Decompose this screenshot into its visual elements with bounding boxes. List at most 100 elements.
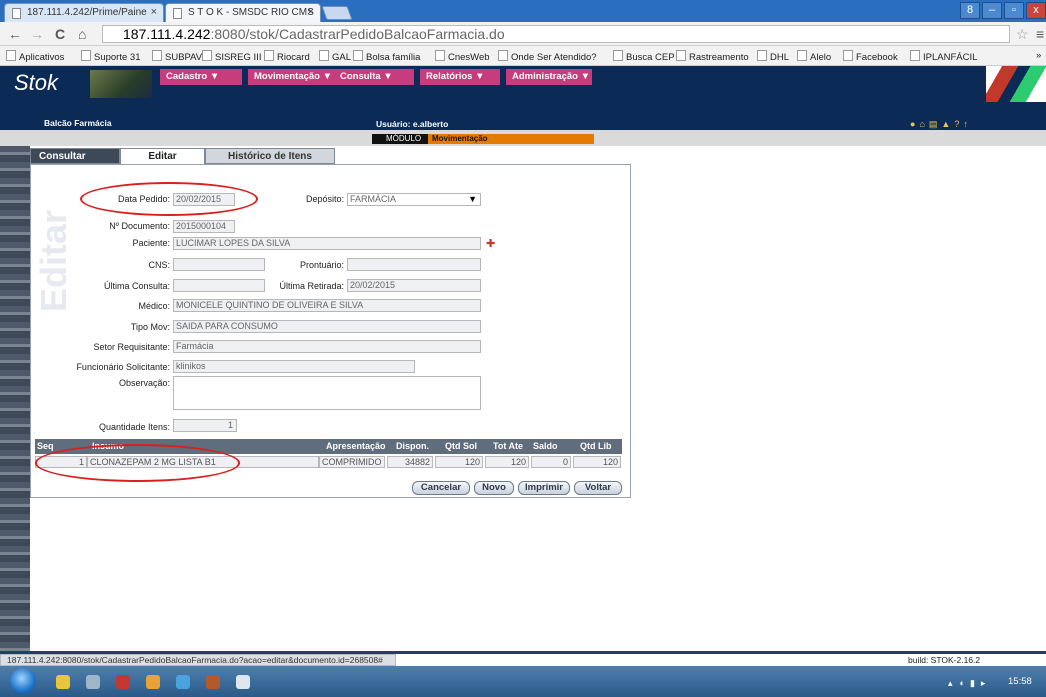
cns-field[interactable] <box>173 258 265 271</box>
maximize-button[interactable]: ▫ <box>1004 2 1024 19</box>
bookmarks-overflow-icon[interactable]: » <box>1036 50 1041 61</box>
url-field[interactable]: 187.111.4.242:8080/stok/CadastrarPedidoB… <box>102 25 1010 43</box>
new-tab-button[interactable] <box>321 6 353 20</box>
observacao-textarea[interactable] <box>173 376 481 410</box>
app-icon[interactable] <box>206 675 220 689</box>
start-button[interactable] <box>10 668 36 694</box>
explorer-icon[interactable] <box>86 675 100 689</box>
bookmark-aplicativos[interactable]: Aplicativos <box>6 50 64 63</box>
bookmark-sisreg[interactable]: SISREG III <box>202 50 261 63</box>
help-icon[interactable]: ? <box>954 119 963 129</box>
bookmark-buscacep[interactable]: Busca CEP <box>613 50 675 63</box>
bookmark-cnesweb[interactable]: CnesWeb <box>435 50 490 63</box>
menu-movimentacao[interactable]: Movimentação ▼ <box>248 69 334 85</box>
module-label: MÓDULO <box>386 134 422 143</box>
medico-field[interactable]: MONICELE QUINTINO DE OLIVEIRA E SILVA <box>173 299 481 312</box>
url-host: 187.111.4.242 <box>123 26 211 42</box>
minimize-button[interactable]: – <box>982 2 1002 19</box>
bookmark-subpav[interactable]: SUBPAV <box>152 50 202 63</box>
ultima-consulta-field[interactable] <box>173 279 265 292</box>
cell-dispon: 34882 <box>387 456 433 468</box>
url-path: :8080/stok/CadastrarPedidoBalcaoFarmacia… <box>210 26 505 42</box>
cell-qtd-sol: 120 <box>435 456 483 468</box>
menu-cadastro[interactable]: Cadastro ▼ <box>160 69 242 85</box>
home-icon[interactable]: ⌂ <box>78 26 86 42</box>
toolbar-icons[interactable]: ●⌂▤▲?↑ <box>910 119 1028 130</box>
chevron-down-icon: ▼ <box>468 194 477 204</box>
back-icon[interactable]: ← <box>8 26 22 42</box>
tab-consultar[interactable]: Consultar <box>30 148 120 164</box>
tipo-mov-label: Tipo Mov: <box>130 322 170 332</box>
reload-icon[interactable]: C <box>55 26 65 42</box>
browser-tab-stok[interactable]: S T O K - SMSDC RIO CMS × <box>165 3 321 22</box>
menu-icon[interactable]: ≡ <box>1036 26 1044 42</box>
close-icon[interactable]: × <box>151 6 157 18</box>
deposito-select[interactable]: FARMÁCIA ▼ <box>347 193 481 206</box>
setor-field[interactable]: Farmácia <box>173 340 481 353</box>
menu-relatorios[interactable]: Relatórios ▼ <box>420 69 500 85</box>
bookmark-riocard[interactable]: Riocard <box>264 50 310 63</box>
bookmark-iplanfacil[interactable]: IPLANFÁCIL <box>910 50 977 63</box>
chrome-icon[interactable] <box>56 675 70 689</box>
bookmark-bolsa[interactable]: Bolsa família <box>353 50 420 63</box>
app-header-lower <box>0 102 1046 118</box>
observacao-label: Observação: <box>118 378 170 388</box>
bookmark-facebook[interactable]: Facebook <box>843 50 898 63</box>
app-header: Cadastro ▼ Movimentação ▼ Consulta ▼ Rel… <box>0 66 1046 102</box>
section-title: Balcão Farmácia <box>44 118 112 128</box>
print-button[interactable]: Imprimir <box>518 481 570 495</box>
lock-icon[interactable]: ▲ <box>941 119 954 129</box>
window-close-button[interactable]: x <box>1026 2 1046 19</box>
header-image <box>90 70 152 98</box>
paciente-field[interactable]: LUCIMAR LOPES DA SILVA <box>173 237 481 250</box>
document-icon[interactable] <box>236 675 250 689</box>
bookmark-rastreamento[interactable]: Rastreamento <box>676 50 749 63</box>
ultima-retirada-field[interactable]: 20/02/2015 <box>347 279 481 292</box>
tab-editar[interactable]: Editar <box>120 148 205 164</box>
patient-lookup-icon[interactable]: ✚ <box>486 237 495 250</box>
funcionario-field[interactable]: klinikos <box>173 360 415 373</box>
app-logo: Stok <box>14 70 59 95</box>
bookmark-onde[interactable]: Onde Ser Atendido? <box>498 50 597 63</box>
paciente-label: Paciente: <box>132 238 170 248</box>
close-icon[interactable]: × <box>308 6 314 18</box>
cell-apresentacao: COMPRIMIDO <box>319 456 385 468</box>
prontuario-field[interactable] <box>347 258 481 271</box>
new-button[interactable]: Novo <box>474 481 514 495</box>
tab-label: 187.111.4.242/Prime/Paine <box>27 7 147 18</box>
bookmark-suporte[interactable]: Suporte 31 <box>81 50 140 63</box>
app-subheader: Balcão Farmácia Usuário: e.alberto <box>0 118 1046 130</box>
browser-tab-prime[interactable]: 187.111.4.242/Prime/Paine × <box>4 3 164 22</box>
tipo-mov-field[interactable]: SAIDA PARA CONSUMO <box>173 320 481 333</box>
clock: 15:58 <box>1008 676 1032 687</box>
menu-consulta[interactable]: Consulta ▼ <box>334 69 414 85</box>
cancel-button[interactable]: Cancelar <box>412 481 470 495</box>
browser-tab-strip: 187.111.4.242/Prime/Paine × S T O K - SM… <box>0 0 1046 22</box>
files-icon[interactable] <box>146 675 160 689</box>
highlight-oval-date <box>80 182 258 216</box>
bookmark-alelo[interactable]: Alelo <box>797 50 831 63</box>
prontuario-label: Prontuário: <box>299 260 344 270</box>
left-sidebar-decoration <box>0 146 30 651</box>
tab-historico[interactable]: Histórico de Itens <box>205 148 335 164</box>
setor-label: Setor Requisitante: <box>93 342 170 352</box>
notes-icon[interactable]: ▤ <box>929 119 942 129</box>
bookmark-gal[interactable]: GAL <box>319 50 351 63</box>
address-bar: ← → C ⌂ 187.111.4.242:8080/stok/Cadastra… <box>0 22 1046 46</box>
column-dispon: Dispon. <box>396 441 429 451</box>
forward-icon[interactable]: → <box>30 26 44 42</box>
column-tot-ate: Tot Ate <box>493 441 523 451</box>
user-icon[interactable]: 8 <box>960 2 980 19</box>
tray-icons[interactable]: ▴◖▮▸ <box>948 678 991 689</box>
medico-label: Médico: <box>138 301 170 311</box>
home-icon[interactable]: ⌂ <box>919 119 928 129</box>
ie-icon[interactable] <box>176 675 190 689</box>
bookmark-dhl[interactable]: DHL <box>757 50 789 63</box>
pdf-icon[interactable] <box>116 675 130 689</box>
star-icon[interactable]: ☆ <box>1016 26 1029 43</box>
exit-icon[interactable]: ↑ <box>963 119 972 129</box>
cell-qtd-lib[interactable]: 120 <box>573 456 621 468</box>
menu-administracao[interactable]: Administração ▼ <box>506 69 592 85</box>
back-button[interactable]: Voltar <box>574 481 622 495</box>
documento-field[interactable]: 2015000104 <box>173 220 235 233</box>
